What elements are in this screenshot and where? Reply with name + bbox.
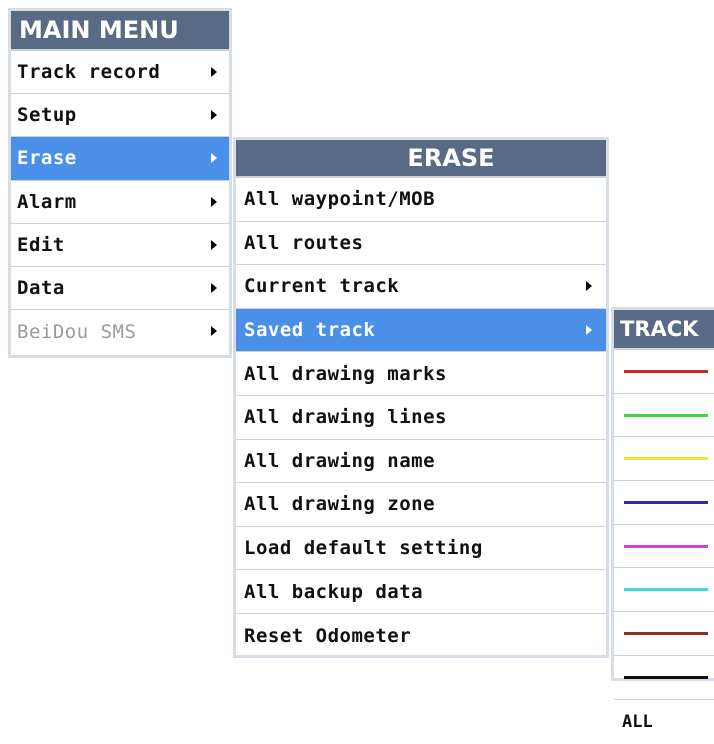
menu-item-label: Track record	[17, 61, 161, 84]
track-color-swatch	[624, 544, 708, 548]
submenu-arrow-icon	[211, 326, 217, 337]
menu-item-alarm[interactable]: Alarm	[11, 181, 229, 224]
track-item[interactable]	[614, 481, 714, 525]
erase-item-current-track[interactable]: Current track	[236, 265, 606, 309]
erase-item-all-drawing-name[interactable]: All drawing name	[236, 440, 606, 484]
menu-item-erase[interactable]: Erase	[11, 137, 229, 181]
track-item[interactable]	[614, 612, 714, 656]
erase-item-all-drawing-zone[interactable]: All drawing zone	[236, 483, 606, 527]
menu-item-label: All drawing zone	[244, 493, 436, 516]
track-item[interactable]	[614, 437, 714, 482]
erase-menu-title: ERASE	[236, 140, 606, 178]
menu-item-label: All backup data	[244, 580, 424, 603]
track-submenu: TRACK ALL	[611, 307, 714, 732]
track-item-all[interactable]: ALL	[614, 700, 714, 744]
menu-item-label: BeiDou SMS	[17, 320, 137, 343]
erase-submenu: ERASE All waypoint/MOB All routes Curren…	[233, 137, 609, 658]
track-item[interactable]	[614, 525, 714, 569]
menu-item-beidou-sms[interactable]: BeiDou SMS	[11, 310, 229, 353]
menu-item-label: Current track	[244, 275, 400, 298]
main-menu-title: MAIN MENU	[11, 11, 229, 51]
track-color-swatch	[624, 588, 708, 592]
track-color-swatch	[624, 632, 708, 636]
track-color-swatch	[624, 501, 708, 505]
track-color-swatch	[624, 457, 708, 461]
menu-item-label: Load default setting	[244, 537, 483, 560]
submenu-arrow-icon	[211, 196, 217, 207]
erase-item-all-backup-data[interactable]: All backup data	[236, 570, 606, 614]
submenu-arrow-icon	[211, 67, 217, 77]
erase-item-load-default-setting[interactable]: Load default setting	[236, 527, 606, 571]
erase-item-all-drawing-marks[interactable]: All drawing marks	[236, 352, 606, 396]
menu-item-edit[interactable]: Edit	[11, 224, 229, 267]
track-item[interactable]	[614, 568, 714, 613]
track-color-swatch	[624, 413, 708, 417]
menu-item-label: All drawing lines	[244, 406, 447, 429]
menu-item-label: Data	[17, 277, 65, 300]
menu-item-label: Reset Odometer	[244, 624, 412, 647]
erase-item-reset-odometer[interactable]: Reset Odometer	[236, 614, 606, 658]
menu-item-label: All routes	[244, 231, 364, 254]
menu-item-data[interactable]: Data	[11, 267, 229, 311]
erase-item-all-waypoint-mob[interactable]: All waypoint/MOB	[236, 178, 606, 222]
submenu-arrow-icon	[211, 282, 217, 293]
main-menu: MAIN MENU Track record Setup Erase Alarm…	[8, 8, 232, 358]
submenu-arrow-icon	[211, 153, 217, 164]
menu-item-label: Edit	[17, 233, 65, 256]
submenu-arrow-icon	[211, 239, 217, 250]
menu-item-track-record[interactable]: Track record	[11, 51, 229, 95]
menu-item-label: Alarm	[17, 190, 77, 213]
track-color-swatch	[624, 370, 708, 373]
erase-item-all-drawing-lines[interactable]: All drawing lines	[236, 396, 606, 440]
menu-item-label: All waypoint/MOB	[244, 188, 436, 211]
track-menu-title: TRACK	[614, 310, 714, 350]
track-item[interactable]	[614, 394, 714, 438]
menu-item-label: Saved track	[244, 319, 376, 342]
menu-item-label: Erase	[17, 147, 77, 170]
menu-item-label: All drawing name	[244, 449, 436, 472]
submenu-arrow-icon	[586, 281, 592, 292]
submenu-arrow-icon	[211, 110, 217, 121]
erase-item-saved-track[interactable]: Saved track	[236, 308, 606, 353]
menu-item-label: Setup	[17, 104, 77, 127]
submenu-arrow-icon	[586, 324, 592, 335]
track-item[interactable]	[614, 656, 714, 700]
menu-item-setup[interactable]: Setup	[11, 94, 229, 138]
track-color-swatch	[624, 675, 708, 679]
menu-item-label: All drawing marks	[244, 362, 447, 385]
erase-item-all-routes[interactable]: All routes	[236, 222, 606, 266]
track-item[interactable]	[614, 350, 714, 394]
